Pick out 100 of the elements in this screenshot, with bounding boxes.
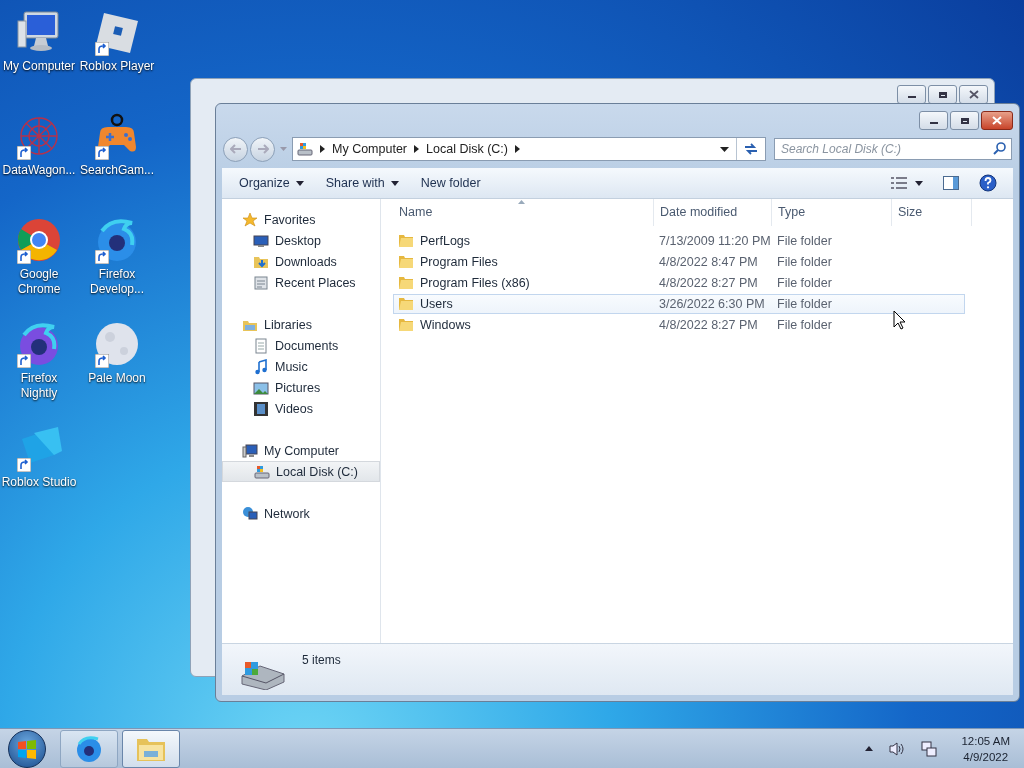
column-header[interactable]: Date modified bbox=[654, 199, 772, 226]
file-name: Windows bbox=[420, 318, 471, 332]
minimize-icon bbox=[929, 122, 938, 124]
close-icon bbox=[992, 116, 1002, 125]
column-header[interactable]: Type bbox=[772, 199, 892, 226]
desktop-icon-label[interactable]: DataWagon... bbox=[2, 163, 76, 178]
item-count: 5 items bbox=[302, 653, 341, 667]
date-cell-text: 7/13/2009 11:20 PM bbox=[658, 234, 772, 248]
date-cell-text: 4/8/2022 8:47 PM bbox=[658, 255, 759, 269]
desktop-icon-label[interactable]: Roblox Player bbox=[79, 59, 155, 74]
search-field[interactable]: Search Local Disk (C:) bbox=[774, 138, 1012, 160]
type-cell-text: File folder bbox=[776, 276, 833, 290]
file-row[interactable]: Program Files 4/8/2022 8:47 PM File folder bbox=[393, 252, 965, 272]
column-header[interactable]: Size bbox=[892, 199, 972, 226]
file-row[interactable]: Windows 4/8/2022 8:27 PM File folder bbox=[393, 315, 965, 335]
date-cell-text: 4/8/2022 8:27 PM bbox=[658, 318, 759, 332]
toolbar-button[interactable]: Organize bbox=[230, 172, 313, 194]
type-cell-text: File folder bbox=[776, 318, 833, 332]
nav-item[interactable]: Local Disk (C:) bbox=[222, 461, 380, 482]
speaker-icon[interactable] bbox=[889, 741, 906, 756]
show-hidden-icons-icon[interactable] bbox=[865, 746, 874, 751]
minimize-button[interactable] bbox=[919, 111, 948, 130]
breadcrumb[interactable]: Local Disk (C:) bbox=[426, 142, 508, 156]
document-icon bbox=[253, 337, 269, 354]
file-name: Program Files bbox=[420, 255, 498, 269]
nav-item[interactable]: Recent Places bbox=[222, 272, 380, 293]
desktop-icon-label[interactable]: My Computer bbox=[3, 59, 75, 74]
folder-icon bbox=[398, 255, 414, 269]
desktop-icon-label[interactable]: Firefox Develop... bbox=[79, 267, 155, 297]
nav-item[interactable]: My Computer bbox=[222, 440, 380, 461]
network-icon[interactable] bbox=[921, 740, 938, 757]
folder-icon bbox=[398, 276, 414, 290]
refresh-icon bbox=[743, 142, 759, 156]
folder-icon bbox=[398, 297, 414, 311]
film-icon bbox=[253, 400, 269, 417]
hard-disk-icon bbox=[254, 463, 270, 480]
nav-item[interactable]: Pictures bbox=[222, 377, 380, 398]
close-icon bbox=[968, 90, 979, 99]
forward-arrow-icon bbox=[256, 144, 269, 154]
star-icon bbox=[242, 211, 258, 228]
desktop-icon-label[interactable]: Google Chrome bbox=[1, 267, 77, 297]
back-arrow-icon bbox=[229, 144, 242, 154]
breadcrumb[interactable]: My Computer bbox=[332, 142, 408, 156]
breadcrumb-arrow-icon[interactable] bbox=[515, 145, 520, 153]
music-note-icon bbox=[253, 358, 269, 375]
file-row[interactable]: Program Files (x86) 4/8/2022 8:27 PM File folder bbox=[393, 273, 965, 293]
nav-item[interactable]: Favorites bbox=[222, 209, 380, 230]
network-icon bbox=[242, 505, 258, 522]
clock[interactable]: 12:05 AM 4/9/2022 bbox=[961, 732, 1010, 765]
list-view-icon bbox=[891, 177, 907, 189]
type-cell-text: File folder bbox=[776, 255, 833, 269]
monitor-icon bbox=[253, 232, 269, 249]
breadcrumb-arrow-icon[interactable] bbox=[414, 145, 420, 153]
date-cell-text: 3/26/2022 6:30 PM bbox=[658, 297, 766, 311]
folder-icon bbox=[398, 318, 414, 332]
maximize-icon bbox=[960, 117, 969, 124]
sort-arrow-icon bbox=[518, 200, 525, 204]
toolbar-button[interactable]: Share with bbox=[316, 172, 408, 194]
clock-date: 4/9/2022 bbox=[963, 749, 1009, 765]
four-color-flag-icon bbox=[16, 737, 38, 760]
moon-icon bbox=[94, 321, 140, 367]
mouse-pointer-icon bbox=[893, 310, 906, 330]
toolbar-button[interactable]: New folder bbox=[411, 172, 490, 194]
close-button[interactable] bbox=[981, 111, 1013, 130]
nav-item[interactable]: Desktop bbox=[222, 230, 380, 251]
desktop-icon-label[interactable]: SearchGam... bbox=[80, 163, 154, 178]
nav-item[interactable]: Network bbox=[222, 503, 380, 524]
start-button[interactable] bbox=[8, 729, 46, 768]
breadcrumb-arrow-icon[interactable] bbox=[320, 145, 325, 153]
clock-time: 12:05 AM bbox=[961, 733, 1010, 749]
minimize-icon bbox=[907, 96, 916, 98]
recent-places-icon bbox=[253, 274, 269, 291]
chrome-icon bbox=[16, 217, 62, 263]
desktop-icon-label[interactable]: Firefox Nightly bbox=[1, 371, 77, 401]
computer-icon bbox=[242, 442, 258, 459]
file-row[interactable]: Users 3/26/2022 6:30 PM File folder bbox=[393, 294, 965, 314]
hard-disk-icon bbox=[297, 141, 313, 157]
address-bar[interactable]: My Computer Local Disk (C:) bbox=[292, 137, 766, 161]
help-icon bbox=[979, 174, 997, 192]
dropdown-arrow-icon[interactable] bbox=[720, 146, 729, 152]
date-cell-text: 4/8/2022 8:27 PM bbox=[658, 276, 759, 290]
picture-icon bbox=[253, 379, 269, 396]
nav-item[interactable]: Downloads bbox=[222, 251, 380, 272]
nav-item[interactable]: Libraries bbox=[222, 314, 380, 335]
maximize-button[interactable] bbox=[950, 111, 979, 130]
file-name: PerfLogs bbox=[420, 234, 471, 248]
folder-icon bbox=[398, 234, 414, 248]
file-row[interactable]: PerfLogs 7/13/2009 11:20 PM File folder bbox=[393, 231, 965, 251]
taskbar-button[interactable] bbox=[60, 729, 118, 768]
nav-item[interactable]: Videos bbox=[222, 398, 380, 419]
nav-item[interactable]: Documents bbox=[222, 335, 380, 356]
preview-pane-icon bbox=[943, 176, 959, 190]
nav-item[interactable]: Music bbox=[222, 356, 380, 377]
caret-icon bbox=[915, 180, 923, 186]
type-cell-text: File folder bbox=[776, 234, 833, 248]
maximize-icon bbox=[938, 91, 947, 98]
search-icon bbox=[993, 142, 1006, 155]
file-name: Program Files (x86) bbox=[420, 276, 530, 290]
type-cell-text: File folder bbox=[776, 297, 833, 311]
fox-globe-icon bbox=[74, 733, 104, 764]
